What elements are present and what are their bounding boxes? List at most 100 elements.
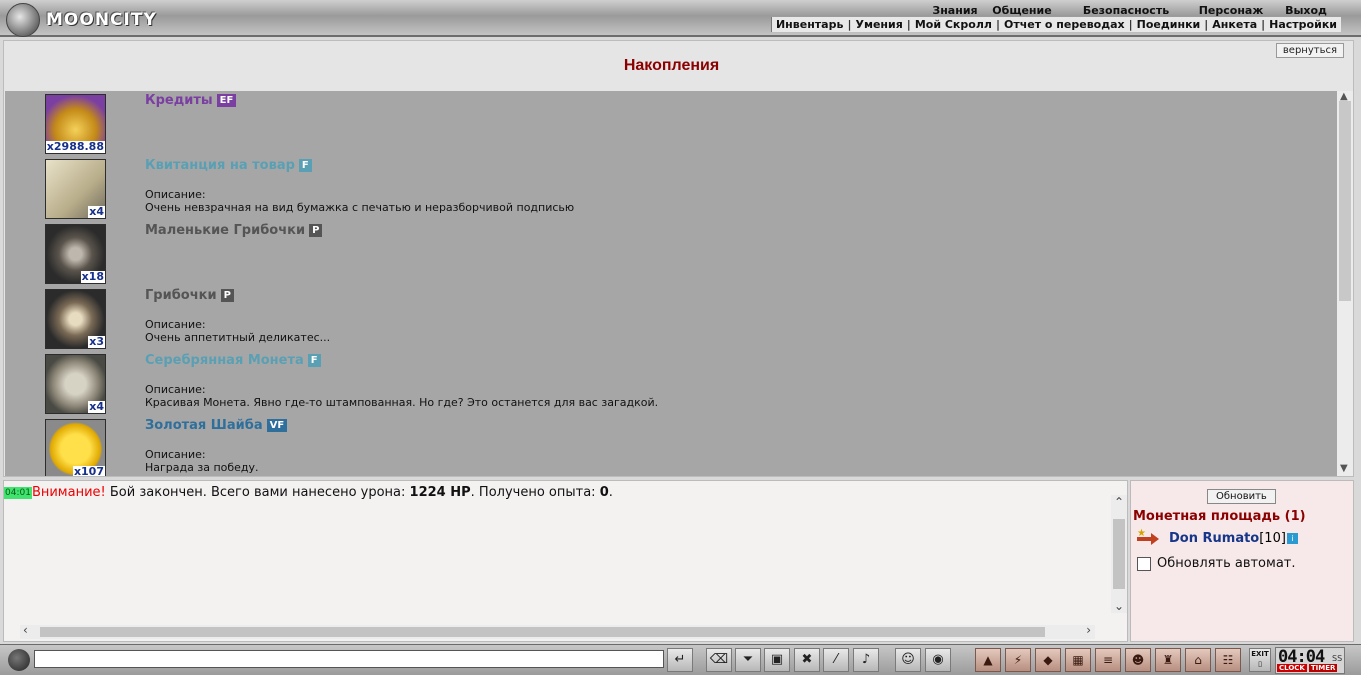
nav-exit[interactable]: Выход bbox=[1271, 4, 1341, 17]
nav-my-scroll[interactable]: Мой Скролл bbox=[915, 18, 992, 31]
item-badge: P bbox=[220, 289, 234, 302]
chevron-left-icon[interactable]: ‹ bbox=[23, 623, 28, 637]
item-quantity: x4 bbox=[88, 400, 105, 413]
item-name[interactable]: Квитанция на товар F bbox=[145, 158, 312, 173]
location-title: Монетная площадь (1) bbox=[1133, 509, 1306, 524]
item-name[interactable]: Серебрянная Монета F bbox=[145, 353, 321, 368]
item-quantity: x2988.88 bbox=[45, 140, 105, 153]
nav-settings[interactable]: Настройки bbox=[1269, 18, 1337, 31]
scroll-icon[interactable]: ≡ bbox=[1095, 648, 1121, 672]
user-level: [10] bbox=[1259, 531, 1286, 546]
list-item: x3 Грибочки P Описание: Очень аппетитный … bbox=[5, 286, 1338, 351]
refresh-button[interactable]: Обновить bbox=[1207, 489, 1276, 504]
gold-puck-icon[interactable]: x107 bbox=[45, 419, 106, 476]
chat-head-icon[interactable] bbox=[8, 649, 30, 671]
damage-value: 1224 HP bbox=[409, 485, 471, 500]
nav-knowledge[interactable]: Знания bbox=[927, 4, 983, 17]
nav-character[interactable]: Персонаж bbox=[1191, 4, 1271, 17]
nav-skills[interactable]: Умения bbox=[855, 18, 902, 31]
main-nav: Знания Общение Безопасность Персонаж Вых… bbox=[927, 4, 1341, 17]
smiley-icon[interactable]: ☺ bbox=[895, 648, 921, 672]
mask-icon[interactable]: ☻ bbox=[1125, 648, 1151, 672]
house-icon[interactable]: ⌂ bbox=[1185, 648, 1211, 672]
auto-refresh-row: Обновлять автомат. bbox=[1137, 556, 1296, 571]
fighter-icon[interactable]: ✖ bbox=[794, 648, 820, 672]
helmet-icon[interactable]: ◉ bbox=[925, 648, 951, 672]
mushrooms-icon[interactable]: x3 bbox=[45, 289, 106, 349]
sound-icon[interactable]: ♪ bbox=[853, 648, 879, 672]
bottom-toolbar: ↵ ⌫ ⏷ ▣ ✖ ⁄ ♪ ☺ ◉ ▲ ⚡ ◆ ▦ ≡ ☻ ♜ ⌂ ☷ EXIT… bbox=[0, 644, 1361, 675]
description-label: Описание: bbox=[145, 448, 206, 461]
item-badge: F bbox=[298, 159, 312, 172]
scrollbar-thumb[interactable] bbox=[1339, 101, 1351, 301]
nav-duels[interactable]: Поединки bbox=[1137, 18, 1201, 31]
clock-tab[interactable]: CLOCK bbox=[1277, 664, 1307, 672]
info-icon[interactable]: i bbox=[1286, 533, 1298, 544]
filter-icon[interactable]: ⏷ bbox=[735, 648, 761, 672]
logo-text: MOONCITY bbox=[46, 10, 157, 30]
receipt-icon[interactable]: x4 bbox=[45, 159, 106, 219]
item-name[interactable]: Кредиты EF bbox=[145, 93, 237, 108]
item-list-scrollbar[interactable]: ▲ ▼ bbox=[1337, 91, 1353, 476]
user-name[interactable]: Don Rumato bbox=[1169, 531, 1259, 546]
top-bar: MOONCITY Знания Общение Безопасность Пер… bbox=[0, 0, 1361, 37]
item-name[interactable]: Маленькие Грибочки P bbox=[145, 223, 323, 238]
item-name[interactable]: Грибочки P bbox=[145, 288, 234, 303]
sub-nav: Инвентарь | Умения | Мой Скролл | Отчет о п… bbox=[770, 17, 1341, 32]
timer-tab[interactable]: TIMER bbox=[1308, 664, 1338, 672]
user-entry: ★ Don Rumato [10] i bbox=[1135, 528, 1298, 546]
nav-inventory[interactable]: Инвентарь bbox=[776, 18, 843, 31]
exit-button[interactable]: EXIT ▯ bbox=[1249, 648, 1271, 672]
scrollbar-thumb[interactable] bbox=[40, 627, 1045, 637]
back-button[interactable]: вернуться bbox=[1275, 43, 1344, 58]
item-badge: VF bbox=[266, 419, 288, 432]
message-time[interactable]: 04:01 bbox=[4, 487, 32, 499]
eraser-icon[interactable]: ⌫ bbox=[706, 648, 732, 672]
nav-profile[interactable]: Анкета bbox=[1212, 18, 1257, 31]
item-description: Красивая Монета. Явно где-то штампованна… bbox=[145, 396, 659, 409]
chevron-right-icon[interactable]: › bbox=[1086, 623, 1091, 637]
chat-input[interactable] bbox=[34, 650, 664, 668]
nav-communication[interactable]: Общение bbox=[983, 4, 1061, 17]
main-panel: вернуться Накопления x2988.88 Кредиты EF … bbox=[3, 40, 1354, 477]
nav-transfer-report[interactable]: Отчет о переводах bbox=[1004, 18, 1125, 31]
item-list: x2988.88 Кредиты EF x4 Квитанция на товар… bbox=[5, 91, 1338, 476]
private-log-icon[interactable]: ⁄ bbox=[823, 648, 849, 672]
chest-icon[interactable]: ▦ bbox=[1065, 648, 1091, 672]
clock-seconds: SS bbox=[1332, 654, 1343, 663]
chevron-down-icon[interactable]: ▼ bbox=[1340, 463, 1350, 474]
wand-icon[interactable]: ⚡ bbox=[1005, 648, 1031, 672]
small-mushrooms-icon[interactable]: x18 bbox=[45, 224, 106, 284]
item-quantity: x3 bbox=[88, 335, 105, 348]
description-label: Описание: bbox=[145, 188, 206, 201]
list-item: x4 Серебрянная Монета F Описание: Красива… bbox=[5, 351, 1338, 416]
message-warning: Внимание! bbox=[31, 485, 106, 500]
location-panel: Обновить Монетная площадь (1) ★ Don Ruma… bbox=[1130, 480, 1354, 642]
item-quantity: x4 bbox=[88, 205, 105, 218]
chevron-down-icon[interactable]: ⌄ bbox=[1114, 599, 1124, 613]
item-name[interactable]: Золотая Шайба VF bbox=[145, 418, 288, 433]
item-description: Награда за победу. bbox=[145, 461, 259, 474]
chat-horizontal-scrollbar[interactable]: ‹ › bbox=[20, 623, 1095, 639]
chevron-up-icon[interactable]: ⌃ bbox=[1114, 495, 1124, 509]
list-item: x18 Маленькие Грибочки P bbox=[5, 221, 1338, 286]
list-item: x107 Золотая Шайба VF Описание: Награда з… bbox=[5, 416, 1338, 476]
send-icon[interactable]: ↵ bbox=[667, 648, 693, 672]
clock-mode: CLOCK TIMER bbox=[1277, 664, 1338, 672]
bag-icon[interactable]: ◆ bbox=[1035, 648, 1061, 672]
nav-security[interactable]: Безопасность bbox=[1061, 4, 1191, 17]
private-message-icon[interactable]: ★ bbox=[1135, 528, 1161, 546]
silver-coin-icon[interactable]: x4 bbox=[45, 354, 106, 414]
save-log-icon[interactable]: ▣ bbox=[764, 648, 790, 672]
armor-icon[interactable]: ♜ bbox=[1155, 648, 1181, 672]
page-title: Накопления bbox=[623, 57, 720, 74]
scrollbar-thumb[interactable] bbox=[1113, 519, 1125, 589]
item-badge: F bbox=[307, 354, 321, 367]
credits-icon[interactable]: x2988.88 bbox=[45, 94, 106, 154]
item-badge: P bbox=[309, 224, 323, 237]
auto-refresh-checkbox[interactable] bbox=[1137, 556, 1151, 571]
logo[interactable]: MOONCITY bbox=[6, 3, 157, 37]
people-icon[interactable]: ☷ bbox=[1215, 648, 1241, 672]
hood-icon[interactable]: ▲ bbox=[975, 648, 1001, 672]
chat-vertical-scrollbar[interactable]: ⌃ ⌄ bbox=[1111, 495, 1127, 613]
